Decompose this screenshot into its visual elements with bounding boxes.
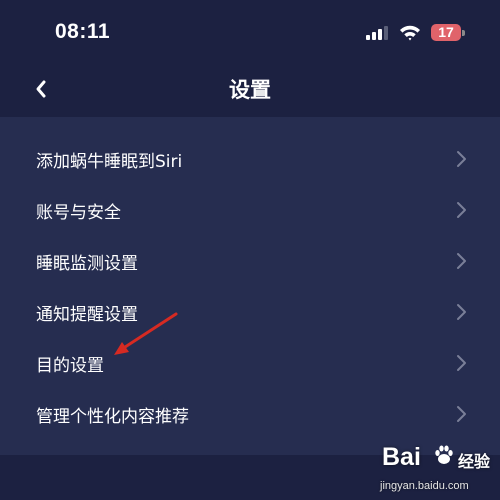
- cellular-signal-icon: [366, 26, 388, 40]
- settings-item-label: 目的设置: [36, 356, 104, 376]
- settings-item-label: 账号与安全: [36, 203, 121, 223]
- watermark-text: 经验: [458, 452, 491, 471]
- chevron-right-icon: [457, 304, 466, 320]
- settings-item-notification-reminder[interactable]: 通知提醒设置: [0, 292, 500, 332]
- settings-item-account-security[interactable]: 账号与安全: [0, 190, 500, 230]
- settings-item-label: 睡眠监测设置: [36, 254, 138, 274]
- settings-list: 添加蜗牛睡眠到Siri 账号与安全 睡眠监测设置 通知提醒设置 目的设置 管理个…: [0, 117, 500, 455]
- settings-item-sleep-monitoring[interactable]: 睡眠监测设置: [0, 241, 500, 281]
- chevron-right-icon: [457, 253, 466, 269]
- settings-item-goal[interactable]: 目的设置: [0, 343, 500, 383]
- battery-level: 17: [438, 24, 454, 40]
- battery-tip: [462, 30, 465, 36]
- status-time: 08:11: [55, 20, 111, 43]
- chevron-right-icon: [457, 202, 466, 218]
- settings-item-personalized-content[interactable]: 管理个性化内容推荐: [0, 394, 500, 434]
- settings-item-add-to-siri[interactable]: 添加蜗牛睡眠到Siri: [0, 139, 500, 179]
- status-bar: 08:11 17: [0, 0, 500, 64]
- chevron-right-icon: [457, 151, 466, 167]
- paw-icon: [435, 445, 453, 464]
- watermark-logo: Bai: [382, 443, 421, 471]
- wifi-icon: [400, 25, 420, 41]
- nav-bar: 设置: [0, 64, 500, 116]
- battery-icon: 17: [431, 24, 465, 41]
- watermark-url: jingyan.baidu.com: [380, 480, 469, 492]
- red-arrow-annotation: [114, 312, 178, 355]
- baidu-jingyan-watermark: Bai 经验 jingyan.baidu.com: [380, 438, 498, 498]
- chevron-right-icon: [457, 406, 466, 422]
- settings-item-label: 添加蜗牛睡眠到Siri: [36, 152, 183, 172]
- page-title: 设置: [229, 78, 271, 102]
- chevron-right-icon: [457, 355, 466, 371]
- settings-item-label: 管理个性化内容推荐: [36, 407, 189, 427]
